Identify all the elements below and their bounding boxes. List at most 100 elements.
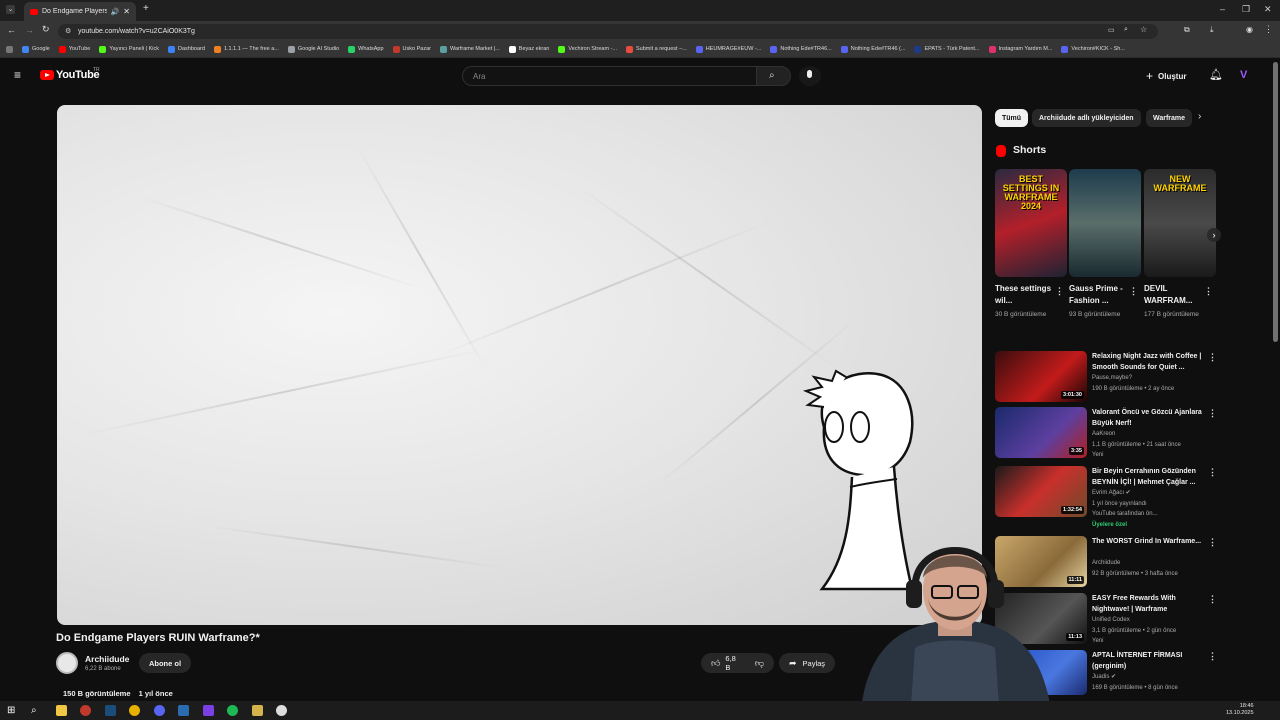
search-input[interactable]: Ara [462, 66, 757, 86]
subscribe-button[interactable]: Abone ol [139, 653, 191, 673]
tab-search-icon[interactable]: ⌄ [6, 5, 15, 14]
app-icon-yellow[interactable] [252, 705, 263, 716]
recommendation-channel[interactable]: Pause,maybe? [1092, 373, 1210, 383]
more-options-icon[interactable]: ⋮ [1129, 286, 1138, 297]
bookmark-item[interactable]: Usko Pazar [392, 45, 431, 53]
page-scrollbar[interactable] [1273, 62, 1278, 342]
zoom-icon[interactable]: ⌕ [1124, 26, 1128, 34]
short-thumbnail[interactable] [1069, 169, 1141, 277]
windows-start-icon[interactable]: ⊞ [7, 705, 18, 716]
forward-icon[interactable]: → [25, 25, 34, 35]
app-icon-white[interactable] [276, 705, 287, 716]
short-title[interactable]: These settings wil... [995, 283, 1055, 307]
address-bar[interactable]: ⚙ youtube.com/watch?v=u2CAiO0K3Tg ▭ ⌕ ☆ [58, 24, 1158, 39]
profile-icon[interactable]: ◉ [1246, 25, 1253, 34]
chips-next-icon[interactable]: › [1198, 111, 1201, 122]
app-icon-red[interactable] [80, 705, 91, 716]
more-options-icon[interactable]: ⋮ [1208, 537, 1217, 548]
filter-chip[interactable]: Warframe [1146, 109, 1192, 127]
apps-grid-icon[interactable] [6, 45, 13, 53]
bookmark-item[interactable]: Vechiron Stream -... [558, 45, 617, 53]
discord-icon[interactable] [154, 705, 165, 716]
more-options-icon[interactable]: ⋮ [1208, 408, 1217, 419]
shorts-next-icon[interactable]: › [1207, 228, 1221, 242]
minimize-icon[interactable]: – [1220, 4, 1225, 14]
recommendation-title[interactable]: EASY Free Rewards With Nightwave! | Warf… [1092, 593, 1204, 615]
video-meta[interactable]: 150 B görüntüleme 1 yıl önce [63, 689, 173, 698]
bookmark-item[interactable]: Beyaz ekran [508, 45, 549, 53]
tab-close-icon[interactable]: ✕ [123, 7, 130, 16]
notifications-bell-icon[interactable]: 🔔︎ [1209, 68, 1223, 81]
recommendation-title[interactable]: Bir Beyin Cerrahının Gözünden BEYNİN İÇİ… [1092, 466, 1204, 488]
taskbar-search-icon[interactable]: ⌕ [31, 705, 42, 716]
system-clock[interactable]: 18:46 13.10.2025 [1226, 703, 1254, 717]
search-button[interactable]: ⌕ [756, 66, 791, 86]
filter-chip[interactable]: Archiidude adlı yükleyiciden [1032, 109, 1141, 127]
bookmark-item[interactable]: Google AI Studio [287, 45, 339, 53]
bookmark-item[interactable]: EPATS - Türk Patent... [914, 45, 980, 53]
recommendation-channel[interactable]: Evrim Ağacı ✔ [1092, 488, 1210, 498]
chrome-icon[interactable] [129, 705, 140, 716]
extensions-icon[interactable]: ⧉ [1184, 25, 1190, 35]
bookmark-item[interactable]: Submit a request –... [625, 45, 687, 53]
bookmark-item[interactable]: Warframe Market |... [439, 45, 500, 53]
bookmark-item[interactable]: HEUMRAGE#EUW -... [695, 45, 761, 53]
spotify-icon[interactable] [227, 705, 238, 716]
more-options-icon[interactable]: ⋮ [1208, 467, 1217, 478]
short-thumbnail[interactable]: BEST SETTINGS IN WARFRAME 2024 [995, 169, 1067, 277]
more-options-icon[interactable]: ⋮ [1208, 352, 1217, 363]
recommendation-channel[interactable]: Archiidude [1092, 558, 1210, 568]
bookmark-item[interactable]: Vechiron#KICK - Sh... [1061, 45, 1125, 53]
recommendation-channel[interactable]: Juadis ✔ [1092, 672, 1210, 682]
channel-avatar[interactable] [56, 652, 78, 674]
voice-search-button[interactable] [799, 66, 821, 86]
recommendation-thumbnail[interactable]: 3:35 [995, 407, 1087, 458]
app-icon-blue[interactable] [178, 705, 189, 716]
download-icon[interactable]: ⤓ [1210, 25, 1214, 35]
bookmark-item[interactable]: WhatsApp [348, 45, 384, 53]
bookmark-item[interactable]: Yayıncı Paneli | Kick [99, 45, 159, 53]
recommendation-title[interactable]: The WORST Grind In Warframe... [1092, 536, 1204, 547]
browser-menu-icon[interactable]: ⋮ [1264, 24, 1273, 35]
bookmark-item[interactable]: YouTube [58, 45, 90, 53]
more-options-icon[interactable]: ⋮ [1208, 594, 1217, 605]
recommendation-channel[interactable]: AaKreon [1092, 429, 1210, 439]
cast-icon[interactable]: ▭ [1108, 26, 1115, 34]
short-thumbnail[interactable]: NEW WARFRAME [1144, 169, 1216, 277]
create-button[interactable]: + Oluştur [1146, 66, 1186, 86]
file-explorer-icon[interactable] [56, 705, 67, 716]
bookmark-item[interactable]: 1.1.1.1 — The free a... [213, 45, 279, 53]
site-info-icon[interactable]: ⚙ [65, 27, 71, 35]
bookmark-item[interactable]: Dashboard [168, 45, 205, 53]
new-tab-icon[interactable]: + [143, 3, 149, 14]
bookmark-item[interactable]: Nothing Ede#TR46... [770, 45, 832, 53]
like-button[interactable]: 👍︎ 6,8 B [711, 654, 741, 672]
bookmark-item[interactable]: Nothing Ede#TR46 (... [840, 45, 905, 53]
more-options-icon[interactable]: ⋮ [1204, 286, 1213, 297]
short-title[interactable]: DEVIL WARFRAM... [1144, 283, 1204, 307]
recommendation-thumbnail[interactable]: 3:01:30 [995, 351, 1087, 402]
visual-studio-icon[interactable] [203, 705, 214, 716]
steam-icon[interactable] [105, 705, 116, 716]
recommendation-title[interactable]: Relaxing Night Jazz with Coffee | Smooth… [1092, 351, 1204, 373]
recommendation-thumbnail[interactable]: 1:32:54 [995, 466, 1087, 517]
close-window-icon[interactable]: ✕ [1264, 4, 1272, 15]
more-options-icon[interactable]: ⋮ [1208, 651, 1217, 662]
bookmark-item[interactable]: Instagram Yardım M... [988, 45, 1052, 53]
bookmark-star-icon[interactable]: ☆ [1140, 25, 1147, 34]
bookmark-item[interactable]: Google [22, 45, 50, 53]
dislike-button[interactable]: 👎︎ [755, 658, 764, 669]
reload-icon[interactable]: ↻ [42, 24, 50, 35]
recommendation-channel[interactable]: Unified Codex [1092, 615, 1210, 625]
tab-audio-icon[interactable]: 🔊 [111, 8, 120, 16]
recommendation-title[interactable]: Valorant Öncü ve Gözcü Ajanlara Büyük Ne… [1092, 407, 1204, 429]
recommendation-title[interactable]: APTAL İNTERNET FİRMASI (gerginim) [1092, 650, 1204, 672]
more-options-icon[interactable]: ⋮ [1055, 286, 1064, 297]
browser-tab-active[interactable]: Do Endgame Players RUIN 🔊 ✕ [24, 2, 136, 21]
back-icon[interactable]: ← [7, 25, 16, 35]
hamburger-menu-icon[interactable]: ≡ [14, 68, 21, 82]
short-title[interactable]: Gauss Prime - Fashion ... [1069, 283, 1129, 307]
channel-name[interactable]: Archiidude [85, 654, 129, 664]
filter-chip[interactable]: Tümü [995, 109, 1029, 127]
maximize-icon[interactable]: ❐ [1242, 4, 1250, 15]
